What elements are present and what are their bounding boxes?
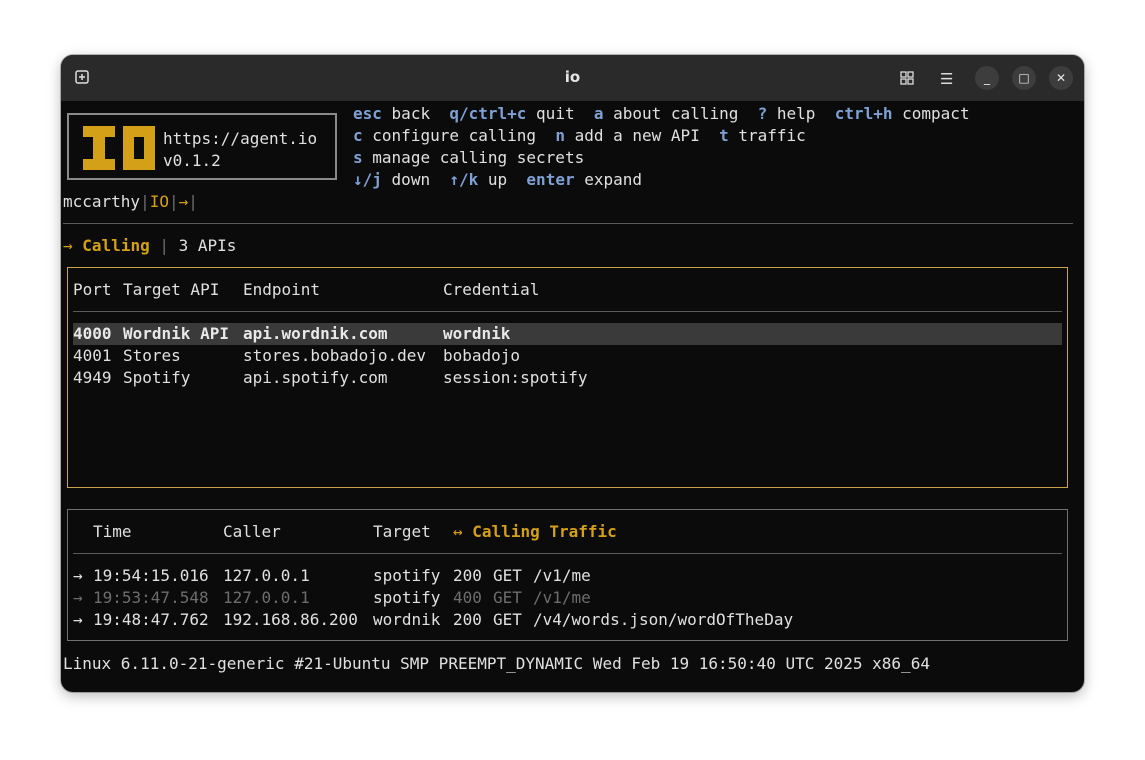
row-arrow-icon: → <box>73 610 83 629</box>
terminal-window: io ☰ _ □ ✕ https://agent.io v0.1.2 mccar… <box>61 55 1084 692</box>
traffic-title: ↔ Calling Traffic <box>453 522 617 541</box>
minimize-icon: _ <box>984 71 990 85</box>
app-url: https://agent.io <box>163 129 318 148</box>
logo-box: https://agent.io v0.1.2 <box>67 113 337 180</box>
section-arrow-icon: → <box>63 236 73 255</box>
traffic-arrows-icon: ↔ <box>453 522 463 541</box>
io-logo-i <box>83 126 115 170</box>
traffic-table-header-divider <box>73 553 1062 554</box>
minimize-button[interactable]: _ <box>975 66 999 90</box>
header-divider <box>63 223 1073 224</box>
title-bar: io ☰ _ □ ✕ <box>61 55 1084 101</box>
section-title: → Calling | 3 APIs <box>63 236 237 255</box>
api-count: 3 APIs <box>178 236 237 255</box>
apis-table-header-divider <box>73 311 1062 312</box>
app-version: v0.1.2 <box>163 151 221 170</box>
system-status-line: Linux 6.11.0-21-generic #21-Ubuntu SMP P… <box>63 654 930 673</box>
hamburger-menu-icon[interactable]: ☰ <box>940 70 953 88</box>
section-name: Calling <box>82 236 150 255</box>
shortcuts-line-4: ↓/j down ↑/k up enter expand <box>353 170 643 189</box>
shortcuts-line-1: esc back q/ctrl+c quit a about calling ?… <box>353 104 970 123</box>
window-title: io <box>564 68 581 86</box>
breadcrumb-arrow-icon[interactable]: → <box>179 192 189 211</box>
terminal-content: https://agent.io v0.1.2 mccarthy|IO|→| e… <box>61 101 1084 692</box>
maximize-button[interactable]: □ <box>1012 66 1036 90</box>
shortcuts-line-3: s manage calling secrets <box>353 148 585 167</box>
row-arrow-icon: → <box>73 588 83 607</box>
breadcrumb: mccarthy|IO|→| <box>63 192 198 211</box>
row-arrow-icon: → <box>73 566 83 585</box>
close-button[interactable]: ✕ <box>1049 66 1073 90</box>
breadcrumb-user: mccarthy <box>63 192 141 211</box>
breadcrumb-app[interactable]: IO <box>150 192 169 211</box>
io-logo-o <box>123 126 155 170</box>
traffic-table: Time Caller Target ↔ Calling Traffic → 1… <box>67 509 1068 641</box>
apis-table: Port Target API Endpoint Credential 4000… <box>67 267 1068 488</box>
maximize-icon: □ <box>1018 71 1030 85</box>
shortcuts-line-2: c configure calling n add a new API t tr… <box>353 126 806 145</box>
grid-view-icon[interactable] <box>900 71 914 85</box>
close-icon: ✕ <box>1055 71 1067 85</box>
